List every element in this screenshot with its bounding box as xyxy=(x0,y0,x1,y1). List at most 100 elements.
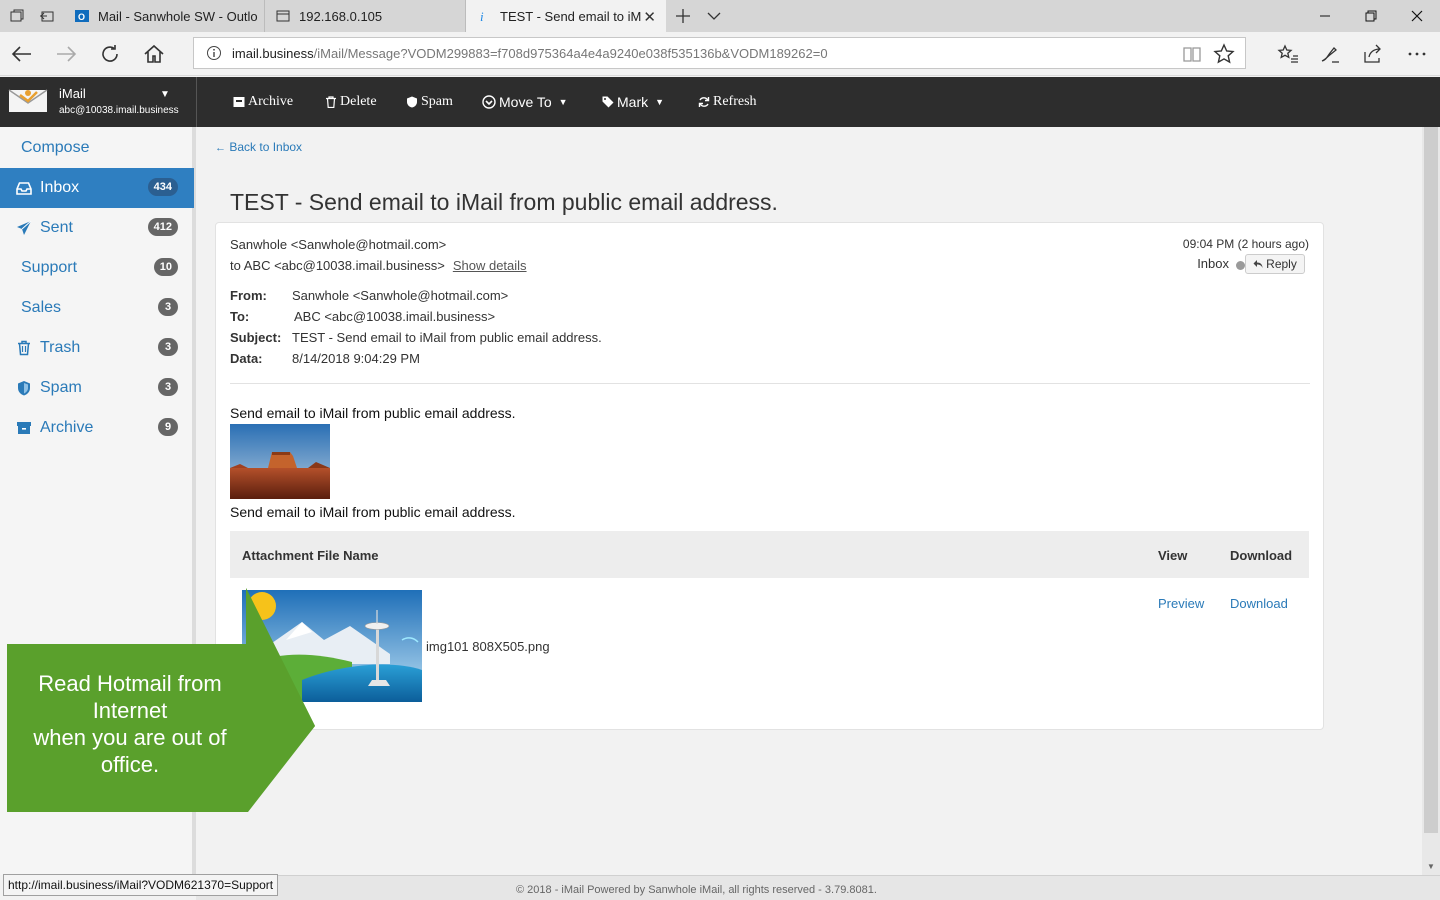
address-bar[interactable]: imail.business/iMail/Message?VODM299883=… xyxy=(193,37,1246,69)
column-download: Download xyxy=(1230,548,1293,563)
sidebar-item-archive[interactable]: Archive 9 xyxy=(0,408,194,448)
page-scrollbar[interactable]: ▼ xyxy=(1422,127,1440,875)
sidebar-item-spam[interactable]: Spam 3 xyxy=(0,368,194,408)
delete-button[interactable]: Delete xyxy=(325,77,377,127)
attachment-file-name: img101 808X505.png xyxy=(426,639,550,654)
minimize-icon[interactable] xyxy=(1302,0,1348,32)
preview-attachment-link[interactable]: Preview xyxy=(1158,596,1204,611)
account-email: abc@10038.imail.business xyxy=(59,105,179,116)
header-subject: Subject: TEST - Send email to iMail from… xyxy=(230,330,602,345)
arrow-left-icon: ← xyxy=(215,142,226,154)
site-info-icon[interactable] xyxy=(206,45,222,61)
svg-text:O: O xyxy=(78,12,85,22)
spam-button[interactable]: Spam xyxy=(406,77,453,127)
attachments-table-header: Attachment File Name View Download xyxy=(230,531,1309,578)
received-time: 09:04 PM (2 hours ago) xyxy=(1182,237,1309,251)
browser-tab-strip: O Mail - Sanwhole SW - Outlo 192.168.0.1… xyxy=(0,0,1440,32)
chevron-down-icon: ▼ xyxy=(558,97,568,107)
refresh-icon[interactable] xyxy=(98,42,122,66)
download-attachment-link[interactable]: Download xyxy=(1230,596,1288,611)
new-tab-icon[interactable] xyxy=(674,7,692,25)
read-status-dot xyxy=(1236,261,1245,270)
tab-title: TEST - Send email to iM xyxy=(500,8,642,24)
unread-count-badge: 434 xyxy=(147,178,178,196)
refresh-icon xyxy=(698,96,710,108)
count-badge: 9 xyxy=(158,418,178,436)
inline-desert-image xyxy=(230,424,330,499)
close-tab-icon[interactable]: ✕ xyxy=(643,8,656,26)
reply-button[interactable]: Reply xyxy=(1245,254,1305,274)
count-badge: 3 xyxy=(158,298,178,316)
reading-view-icon[interactable] xyxy=(1181,43,1203,65)
sidebar-item-inbox[interactable]: Inbox 434 xyxy=(0,168,194,208)
move-to-button[interactable]: Move To ▼ xyxy=(482,77,568,127)
scroll-down-arrow-icon[interactable]: ▼ xyxy=(1422,857,1440,875)
more-menu-icon[interactable] xyxy=(1405,42,1429,66)
count-badge: 10 xyxy=(153,258,178,276)
page-footer: © 2018 - iMail Powered by Sanwhole iMail… xyxy=(196,875,1440,900)
column-view: View xyxy=(1158,548,1188,563)
shield-icon xyxy=(16,380,32,396)
count-badge: 3 xyxy=(158,338,178,356)
refresh-button[interactable]: Refresh xyxy=(698,77,757,127)
callout-text: Read Hotmail from Internet when you are … xyxy=(33,671,227,777)
shield-icon xyxy=(406,96,418,108)
move-circle-icon xyxy=(482,95,496,109)
tag-icon xyxy=(602,96,614,108)
app-name: iMail xyxy=(59,86,86,101)
mark-button[interactable]: Mark ▼ xyxy=(602,77,664,127)
header-divider xyxy=(230,383,1310,384)
chevron-down-icon: ▼ xyxy=(655,97,665,107)
header-from: From: Sanwhole <Sanwhole@hotmail.com> xyxy=(230,288,509,303)
page-title: TEST - Send email to iMail from public e… xyxy=(230,189,778,215)
url-host: imail.business xyxy=(232,45,314,61)
imail-logo xyxy=(8,86,48,114)
message-body-line: Send email to iMail from public email ad… xyxy=(230,405,516,421)
pen-notes-icon[interactable] xyxy=(1318,42,1342,66)
chevron-down-icon: ▼ xyxy=(160,89,170,100)
archive-icon xyxy=(233,96,245,108)
account-switcher[interactable]: iMail abc@10038.imail.business ▼ xyxy=(0,77,197,127)
svg-text:i: i xyxy=(480,9,484,24)
favorites-hub-icon[interactable] xyxy=(1276,42,1300,66)
url-path: /iMail/Message?VODM299883=f708d975364a4e… xyxy=(313,45,828,61)
restore-icon[interactable] xyxy=(1348,0,1394,32)
compose-link[interactable]: Compose xyxy=(0,128,194,168)
back-to-inbox-link[interactable]: ← Back to Inbox xyxy=(215,140,302,154)
home-icon[interactable] xyxy=(142,42,166,66)
archive-box-icon xyxy=(16,420,32,436)
message-body-line: Send email to iMail from public email ad… xyxy=(230,504,516,520)
favorite-star-icon[interactable] xyxy=(1213,43,1235,65)
tab-manager-icon[interactable] xyxy=(9,8,25,24)
show-details-link[interactable]: Show details xyxy=(453,258,527,273)
set-aside-tabs-icon[interactable] xyxy=(39,8,55,24)
tab-ip-address[interactable]: 192.168.0.105 xyxy=(265,0,466,32)
sidebar-item-support[interactable]: Support 10 xyxy=(0,248,194,288)
sidebar-item-sent[interactable]: Sent 412 xyxy=(0,208,194,248)
sender-line: Sanwhole <Sanwhole@hotmail.com> xyxy=(230,237,447,252)
back-arrow-icon[interactable] xyxy=(10,42,34,66)
message-card: Sanwhole <Sanwhole@hotmail.com> to ABC <… xyxy=(215,222,1324,730)
archive-button[interactable]: Archive xyxy=(233,77,293,127)
reply-arrow-icon xyxy=(1253,259,1263,269)
close-window-icon[interactable] xyxy=(1394,0,1440,32)
sidebar-item-sales[interactable]: Sales 3 xyxy=(0,288,194,328)
app-header: iMail abc@10038.imail.business ▼ Archive… xyxy=(0,77,1440,127)
trash-icon xyxy=(325,96,337,108)
tab-outlook-mail[interactable]: O Mail - Sanwhole SW - Outlo xyxy=(64,0,265,32)
sidebar-item-trash[interactable]: Trash 3 xyxy=(0,328,194,368)
trash-icon xyxy=(16,340,32,356)
edge-loading-icon: i xyxy=(476,8,492,24)
outlook-icon: O xyxy=(74,8,90,24)
message-folder: Inbox xyxy=(1197,256,1229,271)
page-icon xyxy=(275,8,291,24)
message-view: ← Back to Inbox TEST - Send email to iMa… xyxy=(200,127,1422,875)
tab-current-message[interactable]: i TEST - Send email to iM ✕ xyxy=(466,0,666,32)
header-date: Data: 8/14/2018 9:04:29 PM xyxy=(230,351,420,366)
paper-plane-icon xyxy=(16,220,32,236)
share-icon[interactable] xyxy=(1361,42,1385,66)
count-badge: 412 xyxy=(147,218,178,236)
forward-arrow-icon[interactable] xyxy=(54,42,78,66)
scrollbar-thumb[interactable] xyxy=(1424,127,1438,833)
tab-preview-chevron-icon[interactable] xyxy=(706,8,722,24)
